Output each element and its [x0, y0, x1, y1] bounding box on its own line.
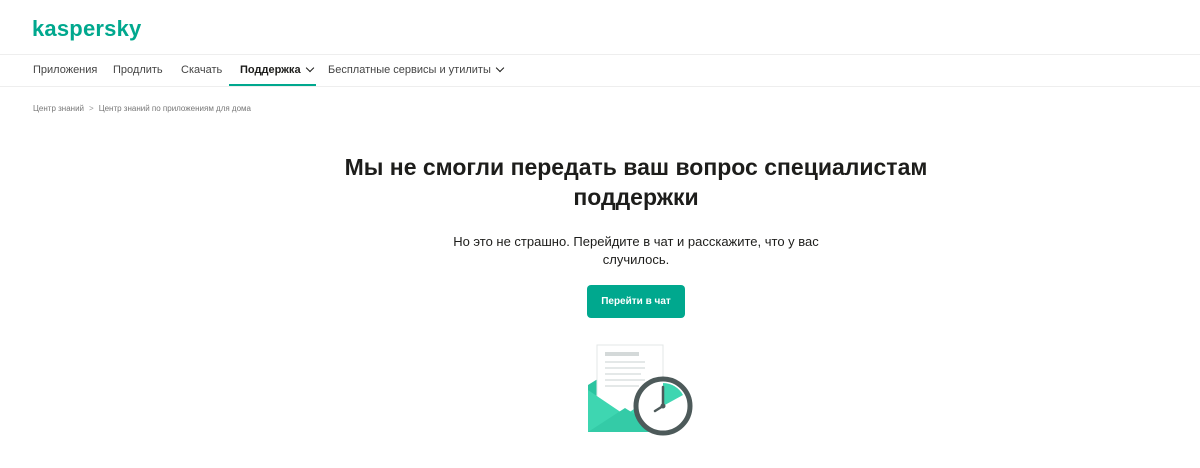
site-header: kaspersky	[0, 0, 1200, 55]
breadcrumb-item-home-apps[interactable]: Центр знаний по приложениям для дома	[99, 104, 251, 113]
chevron-down-icon	[495, 63, 505, 73]
breadcrumb-separator: >	[89, 104, 94, 113]
kaspersky-logo[interactable]: kaspersky	[32, 15, 141, 43]
nav-item-label: Поддержка	[240, 64, 301, 76]
nav-item-support[interactable]: Поддержка	[240, 54, 314, 86]
nav-active-indicator	[229, 84, 316, 86]
chevron-down-icon	[305, 63, 314, 73]
breadcrumb: Центр знаний > Центр знаний по приложениям…	[33, 103, 251, 115]
page-description: Но это не страшно. Перейдите в чат и рас…	[453, 234, 819, 267]
nav-item-label: Бесплатные сервисы и утилиты	[328, 64, 491, 76]
nav-item-renew[interactable]: Продлить	[113, 54, 163, 86]
nav-item-apps[interactable]: Приложения	[33, 54, 97, 86]
nav-item-label: Приложения	[33, 64, 98, 76]
envelope-clock-icon	[588, 344, 693, 436]
go-to-chat-button[interactable]: Перейти в чат	[587, 285, 685, 318]
main-nav: Приложения Продлить Скачать Поддержка Бе…	[0, 54, 1200, 87]
breadcrumb-item-knowledge-center[interactable]: Центр знаний	[33, 104, 84, 113]
nav-item-label: Продлить	[113, 64, 163, 76]
nav-item-download[interactable]: Скачать	[181, 54, 222, 86]
nav-item-free-services[interactable]: Бесплатные сервисы и утилиты	[328, 54, 505, 86]
page-title: Мы не смогли передать ваш вопрос специал…	[344, 154, 928, 210]
nav-item-label: Скачать	[181, 64, 223, 76]
